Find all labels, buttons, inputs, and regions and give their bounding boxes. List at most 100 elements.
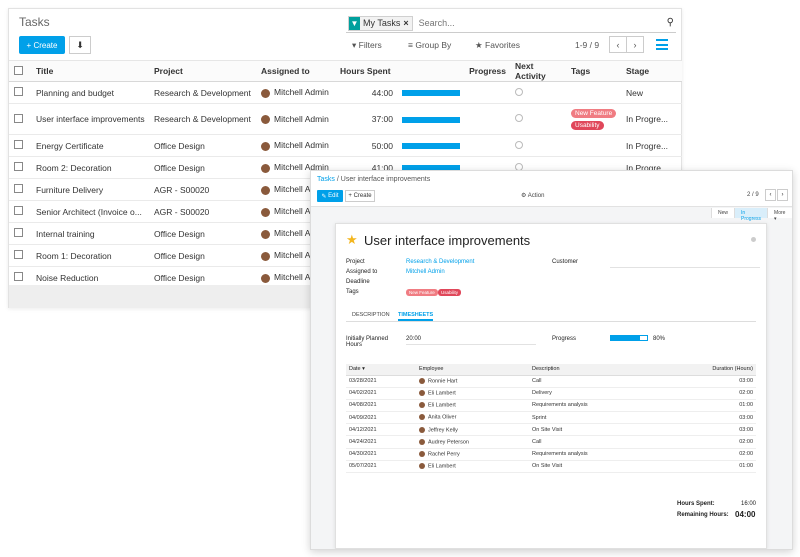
create-button[interactable]: + Create — [345, 190, 375, 202]
row-checkbox-cell[interactable] — [9, 200, 31, 223]
table-row[interactable]: Planning and budget Research & Developme… — [9, 81, 682, 104]
tab-description[interactable]: DESCRIPTION — [352, 312, 390, 318]
col-tags[interactable]: Tags — [566, 61, 621, 82]
col-description[interactable]: Description — [529, 364, 659, 376]
filters-button[interactable]: ▾ Filters — [352, 40, 382, 51]
ts-employee: Rachel Perry — [416, 448, 529, 461]
row-checkbox-cell[interactable] — [9, 244, 31, 267]
clock-icon[interactable] — [515, 140, 523, 149]
table-row[interactable]: 04/09/2021 Anita Oliver Sprint 03:00 — [346, 411, 756, 425]
form-pager-value[interactable]: 2 / 9 — [747, 192, 759, 198]
search-input[interactable] — [418, 18, 649, 28]
row-checkbox[interactable] — [14, 272, 23, 281]
kanban-state-dot[interactable] — [751, 237, 756, 242]
ts-employee: Ronnie Hart — [416, 375, 529, 388]
tab-timesheets[interactable]: TIMESHEETS — [398, 312, 434, 321]
ts-date: 04/08/2021 — [346, 399, 416, 413]
select-all-checkbox[interactable] — [14, 65, 23, 75]
col-project[interactable]: Project — [149, 61, 256, 82]
close-icon[interactable]: × — [403, 18, 408, 28]
table-row[interactable]: Energy Certificate Office Design Mitchel… — [9, 134, 682, 157]
row-checkbox-cell[interactable] — [9, 178, 31, 201]
row-checkbox[interactable] — [14, 140, 23, 149]
download-button[interactable]: ⬇ — [69, 36, 91, 54]
row-checkbox-cell[interactable] — [9, 81, 31, 104]
assigned-name: Mitchell Admin — [274, 87, 329, 98]
search-bar[interactable]: ▼ My Tasks × ⚲ — [346, 14, 676, 33]
table-row[interactable]: 04/08/2021 Eli Lambert Requirements analys… — [346, 399, 756, 413]
create-button[interactable]: + Create — [19, 36, 65, 54]
table-row[interactable]: 04/30/2021 Rachel Perry Requirements analy… — [346, 448, 756, 461]
form-pager-next-button[interactable]: › — [777, 189, 788, 201]
stage-new[interactable]: New — [711, 208, 735, 218]
col-hours[interactable]: Hours Spent — [335, 61, 397, 82]
stage-in-progress[interactable]: In Progress — [734, 208, 768, 222]
form-pager-previous-button[interactable]: ‹ — [765, 189, 776, 201]
ts-duration: 03:00 — [659, 411, 756, 425]
star-icon: ★ — [475, 40, 483, 50]
row-checkbox-cell[interactable] — [9, 222, 31, 245]
col-duration[interactable]: Duration (Hours) — [659, 364, 756, 376]
clock-icon[interactable] — [515, 114, 523, 122]
star-icon[interactable]: ★ — [346, 232, 358, 248]
row-checkbox[interactable] — [14, 206, 23, 215]
field-customer[interactable] — [610, 267, 760, 268]
avatar — [261, 88, 270, 98]
download-icon: ⬇ — [76, 39, 84, 50]
task-stage: In Progre... — [621, 134, 682, 157]
col-stage[interactable]: Stage — [621, 61, 682, 82]
row-checkbox[interactable] — [14, 228, 23, 237]
col-date[interactable]: Date ▾ — [346, 364, 416, 376]
pager-previous-button[interactable]: ‹ — [609, 36, 627, 53]
table-row[interactable]: 04/02/2021 Eli Lambert Delivery 02:00 — [346, 387, 756, 400]
tag-new-feature[interactable]: New Feature — [406, 289, 438, 296]
row-checkbox[interactable] — [14, 184, 23, 193]
row-checkbox[interactable] — [14, 250, 23, 259]
task-form-window: Tasks / User interface improvements ✎ Ed… — [310, 170, 793, 550]
clock-icon[interactable] — [515, 87, 523, 96]
field-assigned[interactable]: Mitchell Admin — [406, 269, 445, 275]
task-name[interactable]: User interface improvements — [364, 233, 530, 248]
search-facet[interactable]: ▼ My Tasks × — [348, 15, 413, 31]
tag-usability[interactable]: Usability — [438, 289, 462, 296]
row-checkbox-cell[interactable] — [9, 134, 31, 157]
favorites-button[interactable]: ★ Favorites — [475, 40, 520, 51]
remaining-hours-label: Remaining Hours: — [677, 512, 729, 518]
table-row[interactable]: 04/24/2021 Audrey Peterson Call 02:00 — [346, 435, 756, 449]
breadcrumb-tasks-link[interactable]: Tasks — [317, 176, 335, 183]
field-project[interactable]: Research & Development — [406, 259, 474, 265]
pager-next-button[interactable]: › — [626, 36, 644, 53]
col-employee[interactable]: Employee — [416, 364, 529, 376]
label-project: Project — [346, 259, 365, 265]
col-progress[interactable]: Progress — [397, 61, 510, 82]
col-title[interactable]: Title — [31, 61, 149, 82]
row-checkbox[interactable] — [14, 162, 23, 171]
row-checkbox-cell[interactable] — [9, 156, 31, 179]
assigned-name: Mitchell A — [274, 206, 311, 217]
task-next-activity[interactable] — [510, 103, 566, 135]
table-row[interactable]: 03/28/2021 Ronnie Hart Call 03:00 — [346, 375, 756, 388]
task-next-activity[interactable] — [510, 81, 566, 104]
action-button[interactable]: ⚙ Action — [521, 192, 544, 199]
task-next-activity[interactable] — [510, 134, 566, 157]
pager-value[interactable]: 1-9 / 9 — [575, 40, 599, 50]
col-assigned[interactable]: Assigned to — [256, 61, 335, 82]
field-planned-hours[interactable]: 20:00 — [406, 336, 421, 342]
table-row[interactable]: 04/12/2021 Jeffrey Kelly On Site Visit 03:0… — [346, 423, 756, 437]
groupby-button[interactable]: ≡ Group By — [408, 40, 451, 50]
list-view-icon[interactable] — [656, 39, 668, 50]
edit-button[interactable]: ✎ Edit — [317, 190, 343, 202]
row-checkbox-cell[interactable] — [9, 103, 31, 135]
search-icon[interactable]: ⚲ — [667, 17, 674, 28]
table-row[interactable]: 05/07/2021 Eli Lambert On Site Visit 01:00 — [346, 460, 756, 474]
row-checkbox[interactable] — [14, 113, 23, 123]
select-all-checkbox-cell[interactable] — [9, 61, 31, 82]
table-row[interactable]: User interface improvements Research & D… — [9, 103, 682, 135]
task-project: Office Design — [149, 134, 256, 157]
row-checkbox[interactable] — [14, 87, 23, 96]
task-title: Planning and budget — [31, 81, 149, 104]
col-next-activity[interactable]: Next Activity — [510, 61, 566, 82]
progress-text: 80% — [653, 336, 666, 342]
stage-more[interactable]: More ▾ — [767, 208, 792, 222]
avatar — [261, 273, 270, 283]
